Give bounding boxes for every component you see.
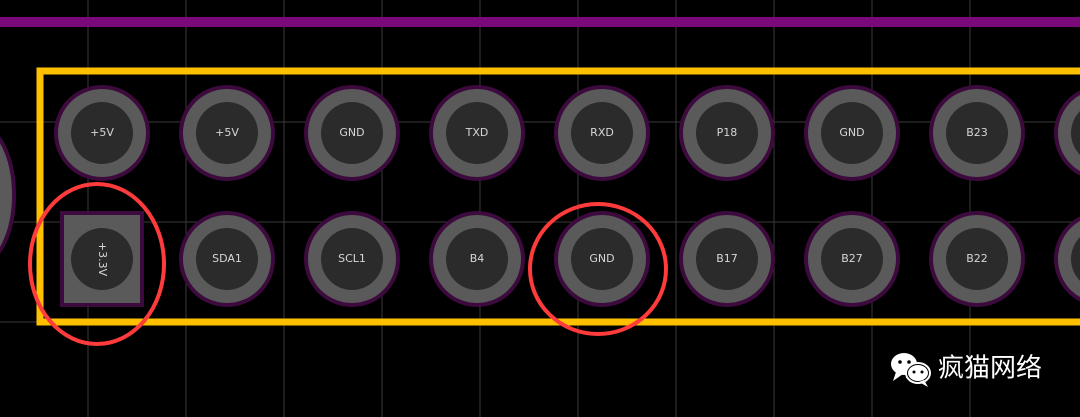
pad-top-8: B23 (929, 85, 1025, 181)
pad-top-1: +5V (54, 85, 150, 181)
pad-bottom-4: B4 (429, 211, 525, 307)
pad-bottom-5: GND (554, 211, 650, 307)
watermark-text: 疯猫网络 (938, 354, 1042, 384)
pad-bottom-8: B22 (929, 211, 1025, 307)
pad-label: B4 (470, 252, 485, 265)
pad-label: B23 (966, 126, 988, 139)
watermark: 疯猫网络 (891, 353, 1042, 387)
edge-pad-partial (0, 136, 16, 254)
pcb-board: +5V +5V GND TXD RXD P18 GND B23 +3.3V SDA1 SCL1 B4 G… (0, 0, 1080, 417)
pad-label: B17 (716, 252, 738, 265)
pad-label: B22 (966, 252, 988, 265)
pad-bottom-6: B17 (679, 211, 775, 307)
pad-label: +5V (90, 126, 114, 139)
pad-top-4: TXD (429, 85, 525, 181)
pad-bottom-7: B27 (804, 211, 900, 307)
pad-label: SCL1 (338, 252, 366, 265)
pad-top-7: GND (804, 85, 900, 181)
pad-label: P18 (717, 126, 738, 139)
pad-top-5: RXD (554, 85, 650, 181)
pad-label: +3.3V (96, 242, 109, 277)
pad-label: GND (839, 126, 864, 139)
pad-label: SDA1 (212, 252, 242, 265)
pcb-canvas: +5V +5V GND TXD RXD P18 GND B23 +3.3V SDA1 SCL1 B4 G… (0, 0, 1080, 417)
pad-bottom-3: SCL1 (304, 211, 400, 307)
pad-top-3: GND (304, 85, 400, 181)
pad-bottom-2: SDA1 (179, 211, 275, 307)
pad-label: RXD (590, 126, 614, 139)
pad-label: GND (589, 252, 614, 265)
pad-partial-right (1054, 90, 1080, 302)
header-pads: +5V +5V GND TXD RXD P18 GND B23 +3.3V SDA1 SCL1 B4 G… (54, 85, 1080, 307)
top-trace (0, 17, 1080, 27)
wechat-icon (891, 353, 931, 387)
pad-label: GND (339, 126, 364, 139)
pad-label: B27 (841, 252, 863, 265)
pad-top-2: +5V (179, 85, 275, 181)
grid-lines (0, 0, 1080, 417)
pad-bottom-1: +3.3V (60, 211, 144, 307)
pad-top-6: P18 (679, 85, 775, 181)
pad-label: +5V (215, 126, 239, 139)
pad-label: TXD (465, 126, 489, 139)
